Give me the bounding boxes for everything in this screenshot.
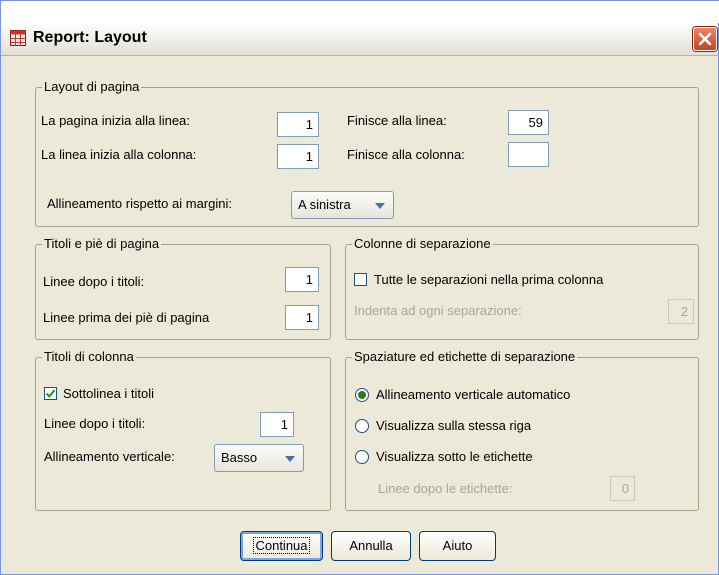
- dialog-window: Report: Layout Layout di pagina La pagin…: [0, 0, 719, 575]
- radio-selected-dot: [358, 391, 366, 399]
- titles-footers-legend: Titoli e piè di pagina: [42, 236, 162, 251]
- lines-after-labels-input[interactable]: 0: [610, 476, 635, 501]
- radio-same-row-label: Visualizza sulla stessa riga: [376, 418, 532, 433]
- window-title: Report: Layout: [33, 29, 147, 46]
- all-breaks-checkbox[interactable]: [354, 273, 367, 286]
- end-col-label: Finisce alla colonna:: [347, 147, 465, 162]
- start-line-label: La pagina inizia alla linea:: [41, 113, 190, 128]
- end-line-input[interactable]: 59: [508, 110, 549, 135]
- help-button[interactable]: Aiuto: [419, 531, 496, 561]
- radio-auto-vertical-align-label: Allineamento verticale automatico: [376, 387, 571, 402]
- break-spacing-legend: Spaziature ed etichette di separazione: [352, 349, 578, 364]
- continue-button-label: Continua: [253, 537, 310, 554]
- checkmark-icon: [45, 389, 56, 398]
- align-dropdown[interactable]: A sinistra: [291, 191, 394, 219]
- ct-lines-after-titles-label: Linee dopo i titoli:: [44, 416, 146, 431]
- page-layout-legend: Layout di pagina: [42, 79, 142, 94]
- vertical-align-label: Allineamento verticale:: [44, 449, 175, 464]
- cancel-button[interactable]: Annulla: [331, 531, 411, 561]
- line-start-col-label: La linea inizia alla colonna:: [41, 147, 197, 162]
- align-value: A sinistra: [298, 197, 351, 212]
- underline-titles-label: Sottolinea i titoli: [63, 386, 155, 401]
- tf-lines-after-titles-label: Linee dopo i titoli:: [43, 274, 145, 289]
- lines-before-footers-input[interactable]: 1: [285, 305, 319, 330]
- vertical-align-value: Basso: [221, 450, 258, 465]
- radio-same-row[interactable]: [355, 419, 369, 433]
- ct-lines-after-titles-input[interactable]: 1: [260, 412, 294, 437]
- start-line-input[interactable]: 1: [277, 112, 319, 137]
- align-label: Allineamento rispetto ai margini:: [47, 196, 232, 211]
- title-bar[interactable]: Report: Layout: [1, 23, 718, 56]
- table-icon: [10, 30, 26, 46]
- close-icon: [698, 32, 712, 46]
- radio-below-labels-label: Visualizza sotto le etichette: [376, 449, 533, 464]
- line-start-col-input[interactable]: 1: [277, 144, 319, 169]
- indent-input[interactable]: 2: [668, 299, 694, 324]
- break-columns-group: Colonne di separazione: [345, 236, 699, 340]
- end-line-label: Finisce alla linea:: [347, 113, 447, 128]
- top-strip: [1, 1, 719, 23]
- radio-auto-vertical-align[interactable]: [355, 388, 369, 402]
- all-breaks-label: Tutte le separazioni nella prima colonna: [374, 272, 604, 287]
- underline-titles-checkbox[interactable]: [44, 387, 57, 400]
- indent-label: Indenta ad ogni separazione:: [354, 303, 522, 318]
- end-col-input[interactable]: [508, 142, 549, 167]
- continue-button[interactable]: Continua: [240, 531, 323, 561]
- column-titles-legend: Titoli di colonna: [42, 349, 136, 364]
- lines-after-labels-label: Linee dopo le etichette:: [378, 481, 513, 496]
- tf-lines-after-titles-input[interactable]: 1: [285, 267, 319, 292]
- close-button[interactable]: [693, 27, 717, 51]
- break-columns-legend: Colonne di separazione: [352, 236, 493, 251]
- chevron-down-icon: [375, 203, 385, 209]
- radio-below-labels[interactable]: [355, 450, 369, 464]
- chevron-down-icon: [285, 456, 295, 462]
- lines-before-footers-label: Linee prima dei piè di pagina: [43, 310, 210, 325]
- vertical-align-dropdown[interactable]: Basso: [214, 444, 304, 472]
